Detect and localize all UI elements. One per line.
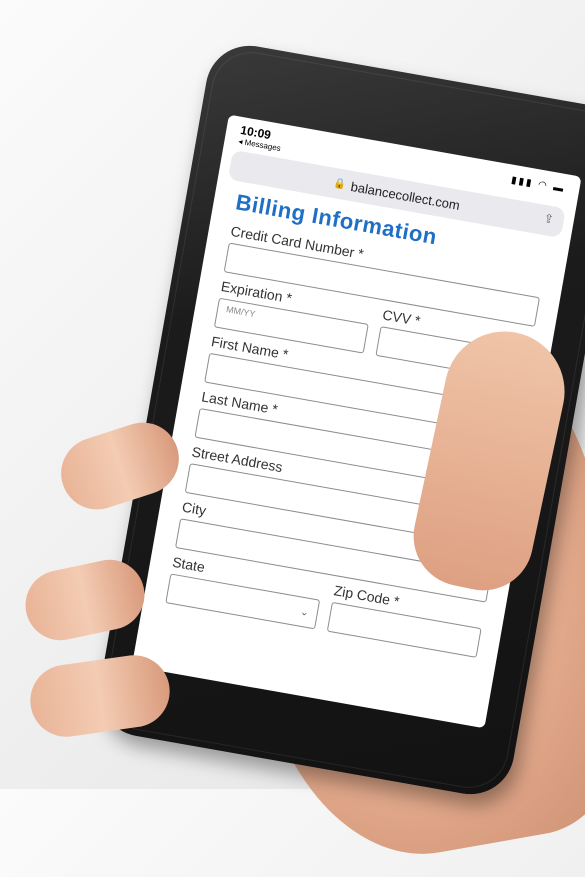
share-icon[interactable]: ⇪ — [543, 211, 555, 227]
lock-icon: 🔒 — [332, 177, 347, 191]
chevron-down-icon: ⌄ — [299, 606, 310, 619]
